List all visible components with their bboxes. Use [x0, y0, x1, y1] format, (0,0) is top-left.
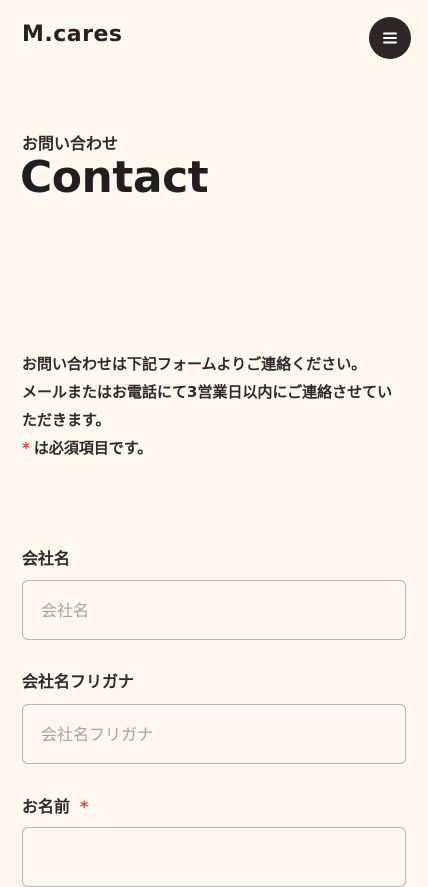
page-subtitle: お問い合わせ — [22, 134, 119, 153]
company-kana-label: 会社名フリガナ — [22, 672, 135, 691]
site-logo[interactable]: M.cares — [22, 22, 123, 47]
company-kana-input[interactable] — [22, 704, 406, 764]
required-star: * — [22, 439, 30, 457]
name-required-star: * — [80, 797, 89, 816]
intro-line-2: メールまたはお電話にて3営業日以内にご連絡させていただきます。 — [22, 383, 393, 429]
company-label: 会社名 — [22, 549, 71, 568]
name-input[interactable] — [22, 827, 406, 887]
required-note-text: は必須項目です。 — [33, 439, 153, 457]
intro-text: お問い合わせは下記フォームよりご連絡ください。 メールまたはお電話にて3営業日以… — [22, 350, 407, 434]
name-label-text: お名前 — [22, 797, 71, 816]
company-input[interactable] — [22, 580, 406, 640]
name-label: お名前 * — [22, 793, 88, 817]
intro-line-1: お問い合わせは下記フォームよりご連絡ください。 — [22, 355, 367, 373]
page-title: Contact — [20, 152, 209, 203]
site-header: M.cares — [0, 0, 428, 76]
hamburger-icon — [383, 32, 397, 44]
menu-button[interactable] — [369, 17, 411, 59]
required-note: * は必須項目です。 — [22, 434, 152, 462]
